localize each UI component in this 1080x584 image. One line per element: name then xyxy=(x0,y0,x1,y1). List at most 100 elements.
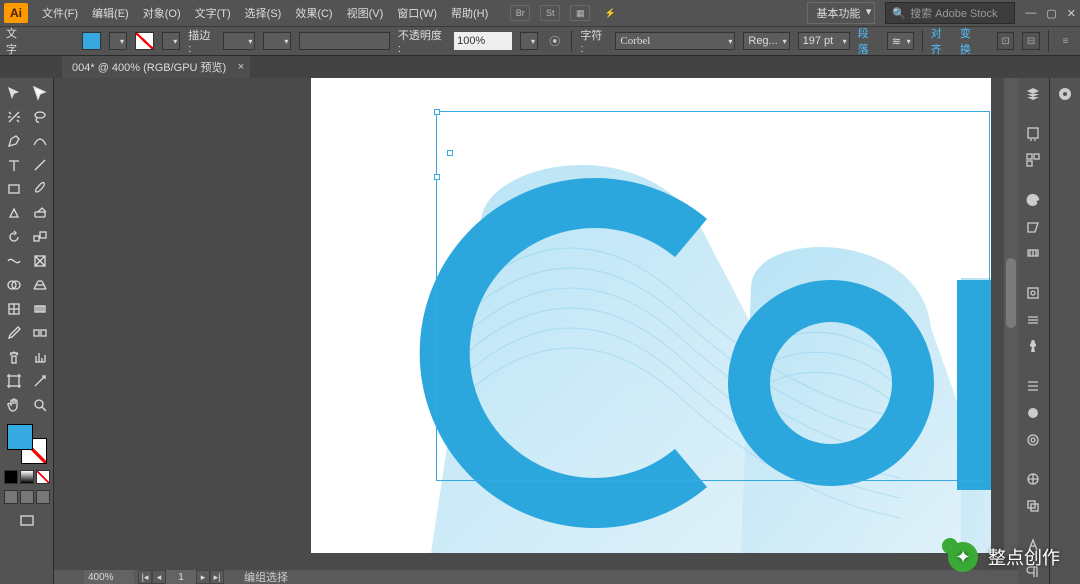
screen-mode[interactable] xyxy=(15,510,39,532)
artboard-no[interactable]: 1 xyxy=(166,570,196,584)
search-stock[interactable]: 🔍 搜索 Adobe Stock xyxy=(885,2,1015,24)
brushes-panel-icon[interactable] xyxy=(1020,241,1046,265)
pathfinder-panel-icon[interactable] xyxy=(1020,494,1046,518)
document-tab[interactable]: 004* @ 400% (RGB/GPU 预览) × xyxy=(62,56,250,78)
align-link[interactable]: 对齐 xyxy=(931,25,952,57)
stock-icon[interactable]: St xyxy=(540,5,560,21)
opacity-dropdown[interactable] xyxy=(520,32,538,50)
draw-behind[interactable] xyxy=(20,490,34,504)
color-mode-none[interactable] xyxy=(36,470,50,484)
eyedropper-tool[interactable] xyxy=(2,322,26,344)
nav-first[interactable]: |◂ xyxy=(138,570,152,584)
font-size[interactable]: 197 pt xyxy=(798,32,850,50)
fill-stroke-swatches[interactable] xyxy=(7,424,47,464)
nav-last[interactable]: ▸| xyxy=(210,570,224,584)
brush-definition[interactable] xyxy=(299,32,390,50)
clubs-panel-icon[interactable] xyxy=(1020,335,1046,359)
menu-window[interactable]: 窗口(W) xyxy=(391,2,443,24)
bridge-icon[interactable]: Br xyxy=(510,5,530,21)
graphic-style-panel-icon[interactable] xyxy=(1020,428,1046,452)
direct-selection-tool[interactable] xyxy=(28,82,52,104)
paintbrush-tool[interactable] xyxy=(28,178,52,200)
fill-swatch[interactable] xyxy=(82,32,101,50)
window-close[interactable]: ✕ xyxy=(1067,7,1076,20)
slice-tool[interactable] xyxy=(28,370,52,392)
mesh-tool[interactable] xyxy=(2,298,26,320)
color-mode-solid[interactable] xyxy=(4,470,18,484)
transform-link[interactable]: 变换 xyxy=(960,25,981,57)
draw-normal[interactable] xyxy=(4,490,18,504)
color-mode-gradient[interactable] xyxy=(20,470,34,484)
width-tool[interactable] xyxy=(2,250,26,272)
artboard-tool[interactable] xyxy=(2,370,26,392)
free-transform-tool[interactable] xyxy=(28,250,52,272)
var-width-profile[interactable] xyxy=(263,32,291,50)
rotate-tool[interactable] xyxy=(2,226,26,248)
stroke-panel-icon[interactable] xyxy=(1020,308,1046,332)
menu-effect[interactable]: 效果(C) xyxy=(289,2,338,24)
align-panel-icon[interactable] xyxy=(1020,467,1046,491)
blend-tool[interactable] xyxy=(28,322,52,344)
opacity-input[interactable]: 100% xyxy=(454,32,512,50)
scale-tool[interactable] xyxy=(28,226,52,248)
fill-front-swatch[interactable] xyxy=(7,424,33,450)
perspective-tool[interactable] xyxy=(28,274,52,296)
stroke-weight[interactable] xyxy=(223,32,255,50)
nav-prev[interactable]: ◂ xyxy=(152,570,166,584)
appearance-panel-icon[interactable] xyxy=(1020,374,1046,398)
paragraph-link[interactable]: 段落 xyxy=(858,25,879,57)
symbol-sprayer-tool[interactable] xyxy=(2,346,26,368)
artboards-panel-icon[interactable] xyxy=(1020,122,1046,146)
hand-tool[interactable] xyxy=(2,394,26,416)
canvas-stage[interactable] xyxy=(54,78,1018,570)
stroke-swatch[interactable] xyxy=(135,32,154,50)
shape-builder-tool[interactable] xyxy=(2,274,26,296)
stroke-dropdown[interactable] xyxy=(162,32,180,50)
transparency-panel-icon[interactable] xyxy=(1020,401,1046,425)
menu-help[interactable]: 帮助(H) xyxy=(445,2,494,24)
curvature-tool[interactable] xyxy=(28,130,52,152)
menu-object[interactable]: 对象(O) xyxy=(137,2,187,24)
workspace-switcher[interactable]: 基本功能 xyxy=(807,2,875,24)
symbols-panel-icon[interactable] xyxy=(1020,281,1046,305)
libraries-panel-icon[interactable] xyxy=(1052,82,1078,106)
menu-select[interactable]: 选择(S) xyxy=(239,2,288,24)
menu-file[interactable]: 文件(F) xyxy=(36,2,84,24)
menu-type[interactable]: 文字(T) xyxy=(189,2,237,24)
isolate2-icon[interactable]: ⊟ xyxy=(1022,32,1039,50)
panel-menu-icon[interactable]: ≡ xyxy=(1057,32,1074,50)
window-minimize[interactable]: — xyxy=(1025,7,1036,20)
swatches-panel-icon[interactable] xyxy=(1020,215,1046,239)
align-menu-icon[interactable]: ≋ xyxy=(887,32,914,50)
window-restore[interactable]: ▢ xyxy=(1046,7,1056,20)
lasso-tool[interactable] xyxy=(28,106,52,128)
draw-inside[interactable] xyxy=(36,490,50,504)
eraser-tool[interactable] xyxy=(28,202,52,224)
nav-next[interactable]: ▸ xyxy=(196,570,210,584)
gpu-icon[interactable]: ⚡ xyxy=(600,5,620,21)
vscroll-thumb[interactable] xyxy=(1006,258,1016,328)
rectangle-tool[interactable] xyxy=(2,178,26,200)
gradient-tool[interactable] xyxy=(28,298,52,320)
layers-panel-icon[interactable] xyxy=(1020,82,1046,106)
magic-wand-tool[interactable] xyxy=(2,106,26,128)
font-weight[interactable]: Reg... xyxy=(743,32,789,50)
font-family[interactable]: Corbel xyxy=(615,32,735,50)
menu-view[interactable]: 视图(V) xyxy=(341,2,390,24)
selection-tool[interactable] xyxy=(2,82,26,104)
pen-tool[interactable] xyxy=(2,130,26,152)
asset-export-panel-icon[interactable] xyxy=(1020,148,1046,172)
line-tool[interactable] xyxy=(28,154,52,176)
type-tool[interactable] xyxy=(2,154,26,176)
arrange-documents-icon[interactable]: ▦ xyxy=(570,5,590,21)
shaper-tool[interactable] xyxy=(2,202,26,224)
zoom-tool[interactable] xyxy=(28,394,52,416)
graph-tool[interactable] xyxy=(28,346,52,368)
document-tab-close[interactable]: × xyxy=(238,61,244,73)
fill-dropdown[interactable] xyxy=(109,32,127,50)
graphic-styles-icon[interactable]: ⦿ xyxy=(546,29,563,53)
isolate-icon[interactable]: ⊡ xyxy=(997,32,1014,50)
color-panel-icon[interactable] xyxy=(1020,188,1046,212)
vertical-scrollbar[interactable] xyxy=(1004,78,1018,556)
menu-edit[interactable]: 编辑(E) xyxy=(86,2,135,24)
